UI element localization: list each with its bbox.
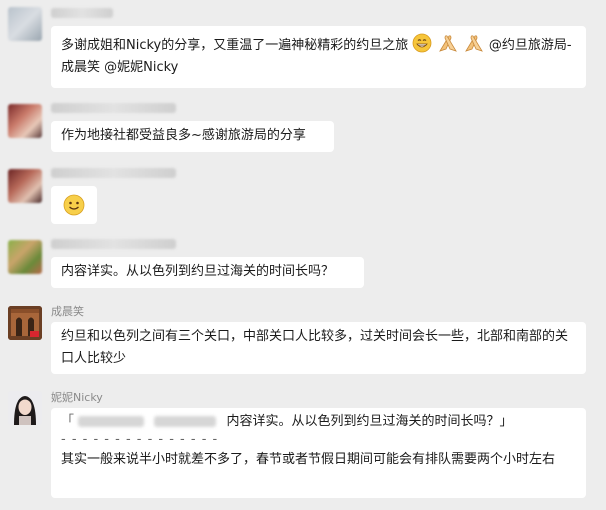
smile-emoji-icon: [63, 194, 85, 216]
message-bubble[interactable]: 多谢成姐和Nicky的分享，又重温了一遍神秘精彩的约旦之旅 @约旦旅游局-成晨笑…: [51, 26, 586, 88]
grin-emoji-icon: [412, 33, 432, 53]
sender-name-blurred: [51, 168, 176, 178]
quote-text: 内容详实。从以色列到约旦过海关的时间长吗？」: [226, 414, 513, 429]
clap-hands-icon: [437, 33, 459, 53]
sender-name: 成晨笑: [51, 305, 84, 318]
message-bubble[interactable]: 内容详实。从以色列到约旦过海关的时间长吗？: [51, 257, 364, 288]
avatar[interactable]: [8, 7, 42, 41]
message-bubble[interactable]: 作为地接社都受益良多~感谢旅游局的分享: [51, 121, 334, 152]
quoted-message[interactable]: 「 内容详实。从以色列到约旦过海关的时间长吗？」: [61, 411, 576, 433]
message-bubble[interactable]: 约旦和以色列之间有三个关口，中部关口人比较多，过关时间会长一些，北部和南部的关口…: [51, 322, 586, 374]
avatar[interactable]: [8, 306, 42, 340]
sender-name-blurred: [51, 103, 176, 113]
message-text: 约旦和以色列之间有三个关口，中部关口人比较多，过关时间会长一些，北部和南部的关口…: [61, 329, 569, 366]
message-text: 其实一般来说半小时就差不多了，春节或者节假日期间可能会有排队需要两个小时左右: [61, 452, 556, 467]
message-text: 内容详实。从以色列到约旦过海关的时间长吗？: [61, 264, 335, 279]
avatar[interactable]: [8, 391, 42, 425]
quoted-sender-blurred: [78, 416, 145, 427]
quoted-sender-blurred: [154, 416, 217, 427]
message-text: 作为地接社都受益良多~感谢旅游局的分享: [61, 128, 306, 143]
quote-open-mark: 「: [61, 414, 75, 429]
avatar[interactable]: [8, 169, 42, 203]
message-text: 多谢成姐和Nicky的分享，又重温了一遍神秘精彩的约旦之旅: [61, 38, 409, 53]
sender-name-blurred: [51, 239, 176, 249]
quote-divider: - - - - - - - - - - - - - - -: [61, 432, 219, 447]
clap-hands-icon: [463, 33, 485, 53]
message-bubble[interactable]: [51, 186, 97, 224]
avatar[interactable]: [8, 240, 42, 274]
sender-name: 妮妮Nicky: [51, 391, 103, 404]
message-bubble[interactable]: 「 内容详实。从以色列到约旦过海关的时间长吗？」 - - - - - - - -…: [51, 408, 586, 498]
sender-name-blurred: [51, 8, 113, 18]
avatar[interactable]: [8, 104, 42, 138]
